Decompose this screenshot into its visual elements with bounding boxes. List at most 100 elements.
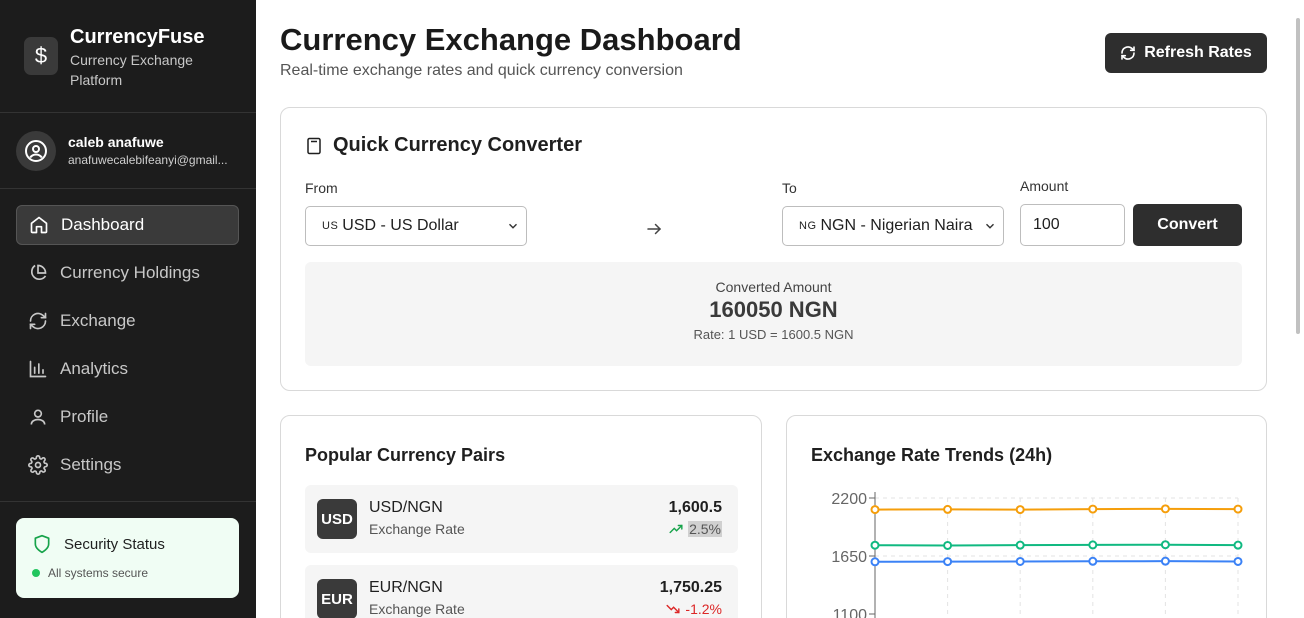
sidebar-item-label: Settings <box>60 455 122 474</box>
exchange-trends-card: Exchange Rate Trends (24h) 2200 1650 1100 <box>786 415 1267 618</box>
data-point <box>1088 540 1098 550</box>
list-item[interactable]: USD USD/NGN Exchange Rate 1,600.5 2.5% <box>305 485 738 553</box>
pair-change-value: 2.5% <box>688 521 722 537</box>
divider <box>0 501 256 502</box>
security-status-text: All systems secure <box>48 566 149 580</box>
data-point <box>1160 504 1170 514</box>
chevron-down-icon <box>986 223 994 229</box>
refresh-icon <box>28 311 48 331</box>
scrollbar-thumb[interactable] <box>1296 18 1300 334</box>
calculator-icon <box>307 137 321 154</box>
trends-title: Exchange Rate Trends (24h) <box>811 445 1053 465</box>
sidebar-item-exchange[interactable]: Exchange <box>16 301 239 341</box>
trending-down-icon <box>666 604 680 614</box>
security-status-card: Security Status All systems secure <box>16 518 239 598</box>
pairs-title: Popular Currency Pairs <box>305 445 506 465</box>
pair-change-value: -1.2% <box>685 601 722 617</box>
quick-converter-card: Quick Currency Converter From US USD - U… <box>280 107 1267 391</box>
amount-label: Amount <box>1020 178 1069 194</box>
currency-badge: EUR <box>317 579 357 618</box>
data-point <box>1160 540 1170 550</box>
result-label: Converted Amount <box>715 279 832 295</box>
converter-title: Quick Currency Converter <box>333 134 582 156</box>
to-currency-value: NGN - Nigerian Naira <box>820 217 973 234</box>
pair-name: USD/NGN <box>369 499 443 516</box>
refresh-rates-label: Refresh Rates <box>1144 44 1252 61</box>
trending-up-icon <box>669 524 683 534</box>
shield-icon <box>34 534 50 554</box>
y-tick-label: 1100 <box>833 607 868 618</box>
from-currency-select[interactable]: US USD - US Dollar <box>305 206 527 246</box>
sidebar-nav: Dashboard Currency Holdings Exchange Ana… <box>16 205 239 493</box>
data-point <box>943 557 953 567</box>
amount-input[interactable]: 100 <box>1020 204 1125 246</box>
sidebar-item-dashboard[interactable]: Dashboard <box>16 205 239 245</box>
sidebar: $ CurrencyFuse Currency Exchange Platfor… <box>0 0 256 618</box>
sidebar-item-currency-holdings[interactable]: Currency Holdings <box>16 253 239 293</box>
page-title: Currency Exchange Dashboard <box>280 22 742 57</box>
ng-flag-icon: NG <box>799 220 817 232</box>
data-point <box>1088 504 1098 514</box>
data-point <box>943 540 953 550</box>
to-currency-select[interactable]: NG NGN - Nigerian Naira <box>782 206 1004 246</box>
sidebar-item-profile[interactable]: Profile <box>16 397 239 437</box>
to-label: To <box>782 180 797 196</box>
divider <box>0 188 256 189</box>
page-subtitle: Real-time exchange rates and quick curre… <box>280 62 683 79</box>
pair-subtitle: Exchange Rate <box>369 521 465 537</box>
page-scrollbar[interactable] <box>1294 10 1302 608</box>
sidebar-item-label: Currency Holdings <box>60 263 200 282</box>
pair-change: -1.2% <box>665 601 722 617</box>
y-tick-label: 1650 <box>831 549 867 566</box>
refresh-rates-button[interactable]: Refresh Rates <box>1105 33 1267 73</box>
user-name: caleb anafuwe <box>68 134 164 150</box>
result-rate: Rate: 1 USD = 1600.5 NGN <box>693 327 854 342</box>
data-point <box>1015 505 1025 515</box>
data-point <box>1160 556 1170 566</box>
arrow-right-icon <box>647 223 662 235</box>
sidebar-item-label: Profile <box>60 407 109 426</box>
trend-chart: 2200 1650 1100 <box>831 491 1243 618</box>
app-root: $ CurrencyFuse Currency Exchange Platfor… <box>0 0 1304 618</box>
pair-change: 2.5% <box>668 521 722 537</box>
list-item[interactable]: EUR EUR/NGN Exchange Rate 1,750.25 -1.2% <box>305 565 738 618</box>
popular-pairs-card: Popular Currency Pairs USD USD/NGN Excha… <box>280 415 762 618</box>
sidebar-item-label: Dashboard <box>61 215 145 234</box>
data-point <box>870 540 880 550</box>
sidebar-item-label: Exchange <box>60 311 136 330</box>
pair-name: EUR/NGN <box>369 579 443 596</box>
data-point <box>1233 540 1243 550</box>
divider <box>0 112 256 113</box>
currency-badge: USD <box>317 499 357 539</box>
sidebar-item-settings[interactable]: Settings <box>16 445 239 485</box>
y-tick-label: 2200 <box>831 491 867 508</box>
user-icon <box>28 407 48 427</box>
status-dot <box>32 569 40 577</box>
conversion-result: Converted Amount 160050 NGN Rate: 1 USD … <box>305 262 1242 366</box>
from-label: From <box>305 180 338 196</box>
pair-rate: 1,750.25 <box>659 579 722 596</box>
pair-subtitle: Exchange Rate <box>369 601 465 617</box>
brand-name: CurrencyFuse <box>70 26 205 48</box>
sidebar-item-label: Analytics <box>60 359 129 378</box>
data-point <box>1233 504 1243 514</box>
main-content: Currency Exchange Dashboard Real-time ex… <box>256 0 1304 618</box>
sidebar-item-analytics[interactable]: Analytics <box>16 349 239 389</box>
series-line-2 <box>874 560 1239 563</box>
data-point <box>1088 556 1098 566</box>
data-point <box>1015 556 1025 566</box>
home-icon <box>29 215 49 235</box>
brand: $ CurrencyFuse Currency Exchange Platfor… <box>24 24 210 90</box>
data-point <box>943 504 953 514</box>
data-point <box>870 505 880 515</box>
user-profile[interactable]: caleb anafuwe anafuwecalebifeanyi@gmail.… <box>16 131 240 171</box>
security-title: Security Status <box>64 535 165 553</box>
user-email: anafuwecalebifeanyi@gmail... <box>68 153 228 167</box>
data-point <box>1015 540 1025 550</box>
us-flag-icon: US <box>322 220 339 232</box>
bar-chart-icon <box>28 359 48 379</box>
dollar-logo-icon: $ <box>24 37 58 75</box>
refresh-icon <box>1121 46 1135 60</box>
convert-button[interactable]: Convert <box>1133 204 1242 246</box>
avatar-icon <box>16 131 56 171</box>
